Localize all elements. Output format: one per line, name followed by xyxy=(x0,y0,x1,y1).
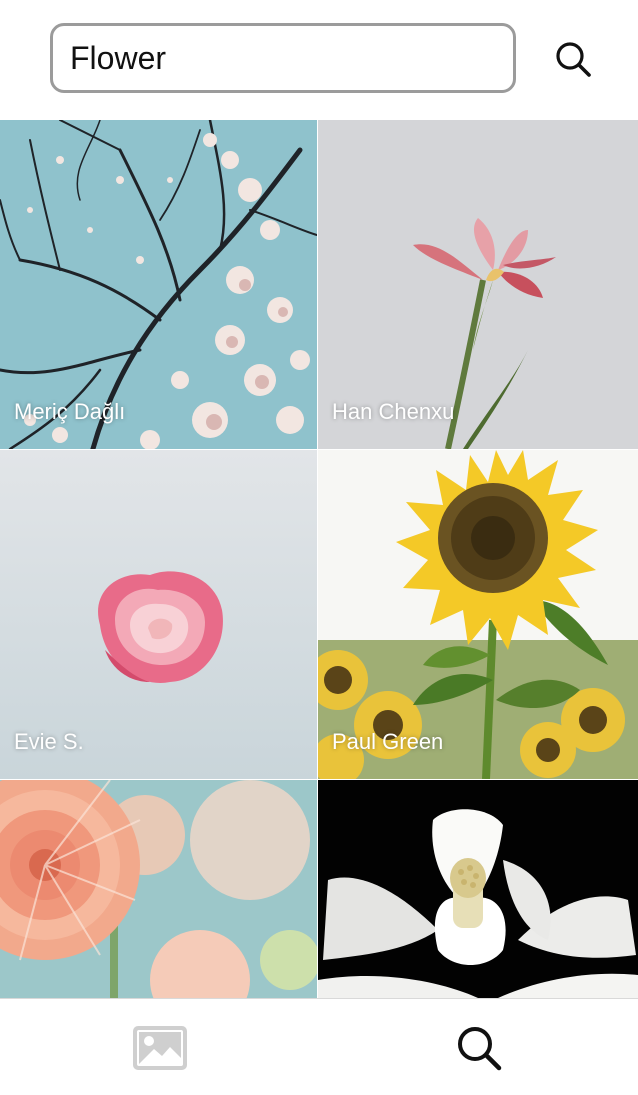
photo-credit: Evie S. xyxy=(14,729,84,754)
photo-tile[interactable]: Meriç Dağlı xyxy=(0,120,317,449)
photos-icon xyxy=(132,1025,187,1070)
photo-tile[interactable]: Paul Green xyxy=(318,450,638,779)
photo-credit: Han Chenxu xyxy=(332,399,455,424)
search-field[interactable] xyxy=(50,23,516,93)
photo-tile[interactable] xyxy=(318,780,638,998)
tab-search[interactable] xyxy=(319,999,638,1095)
photo-credit: Paul Green xyxy=(332,729,444,754)
search-bar xyxy=(0,0,638,120)
search-input[interactable] xyxy=(70,39,513,77)
white-magnolia-photo xyxy=(318,780,638,998)
search-icon xyxy=(556,42,591,77)
photo-tile[interactable]: Han Chenxu xyxy=(318,120,638,449)
dahlia-photo xyxy=(0,780,317,998)
tab-bar xyxy=(0,998,638,1095)
photo-tile[interactable]: Evie S. xyxy=(0,450,317,779)
tab-photos[interactable] xyxy=(0,999,319,1095)
photo-tile[interactable] xyxy=(0,780,317,998)
photo-credit: Meriç Dağlı xyxy=(14,399,126,424)
photo-grid: Meriç Dağlı Han Chenxu Evie S. Paul Gree… xyxy=(0,120,638,998)
search-button[interactable] xyxy=(554,40,592,78)
search-icon xyxy=(457,1026,501,1070)
